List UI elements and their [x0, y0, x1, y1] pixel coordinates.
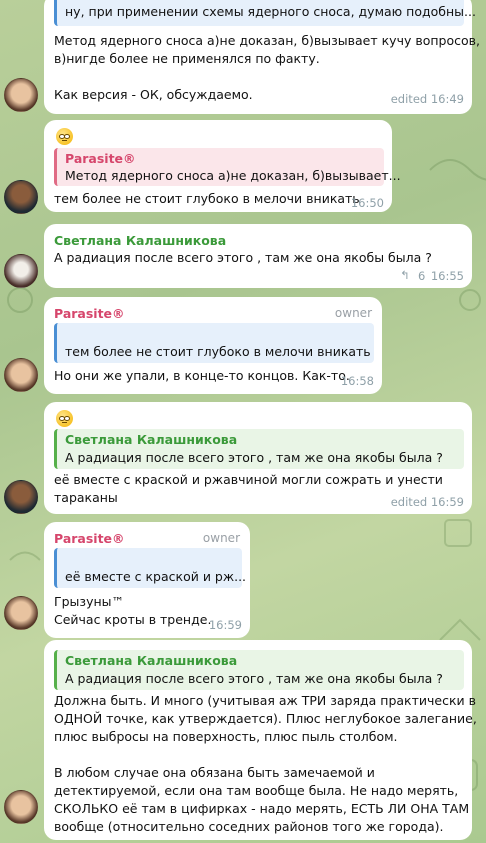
reply-quote[interactable]: ну, при применении схемы ядерного сноса,… [54, 0, 476, 26]
message-text-line: В любом случае она обязана быть замечаем… [54, 765, 375, 780]
avatar[interactable] [4, 180, 38, 214]
message-text-line: плюс выбросы на поверхность, плюс пыль с… [54, 729, 398, 744]
avatar[interactable] [4, 480, 38, 514]
owner-badge: owner [334, 306, 372, 320]
message-text-line: Сейчас кроты в тренде. [54, 612, 212, 627]
reply-quote-sender: Светлана Калашникова [65, 432, 238, 447]
message-time: 16:58 [340, 374, 374, 388]
emoji-icon [56, 128, 73, 145]
reply-quote-text: тем более не стоит глубоко в мелочи вник… [65, 344, 371, 359]
message-text-line: тараканы [54, 490, 118, 505]
message-text-line: СКОЛЬКО её там в цифирках - надо мерять,… [54, 801, 470, 816]
message-time: 16:50 [350, 196, 384, 210]
avatar[interactable] [4, 78, 38, 112]
reply-arrow-icon[interactable]: ↰ [400, 268, 410, 282]
message-sender[interactable]: Светлана Калашникова [54, 233, 226, 249]
message-text-line: Как версия - ОК, обсуждаемо. [54, 87, 253, 102]
message-bubble[interactable]: Parasite® owner тем более не стоит глубо… [44, 297, 382, 394]
message-text: А радиация после всего этого , там же он… [54, 250, 432, 265]
reply-count[interactable]: 6 [418, 269, 425, 283]
message-bubble[interactable]: Светлана Калашникова А радиация после вс… [44, 402, 472, 514]
message-text-line: её вместе с краской и ржавчиной могли со… [54, 472, 443, 487]
reply-quote-text: её вместе с краской и рж... [65, 569, 247, 584]
message-text-line: в)нигде более не применялся по факту. [54, 51, 320, 66]
message-bubble[interactable]: Parasite® Метод ядерного сноса а)не дока… [44, 120, 401, 212]
reply-quote[interactable]: Светлана Калашникова А радиация после вс… [54, 650, 464, 690]
reply-quote-sender: Parasite® [65, 151, 136, 166]
reply-quote[interactable]: тем более не стоит глубоко в мелочи вник… [54, 323, 374, 363]
message-sender[interactable]: Parasite® [54, 531, 125, 547]
avatar[interactable] [4, 596, 38, 630]
owner-badge: owner [202, 531, 240, 545]
reply-quote-text: ну, при применении схемы ядерного сноса,… [65, 4, 476, 19]
message-text-line: Должна быть. И много (учитывая аж ТРИ за… [54, 693, 476, 708]
message-text-line: вообще (относительно соседних районов то… [54, 819, 444, 834]
reply-quote-text: Метод ядерного сноса а)не доказан, б)выз… [65, 168, 401, 183]
emoji-icon [56, 410, 73, 427]
message-bubble[interactable]: Parasite® owner её вместе с краской и рж… [44, 522, 250, 638]
reply-quote[interactable]: её вместе с краской и рж... [54, 548, 246, 588]
message-text-line: детектируемой, если она там вообще была.… [54, 783, 459, 798]
reply-quote[interactable]: Светлана Калашникова А радиация после вс… [54, 429, 464, 469]
avatar[interactable] [4, 254, 38, 288]
message-bubble[interactable]: Светлана Калашникова А радиация после вс… [44, 224, 472, 288]
message-sender[interactable]: Parasite® [54, 306, 125, 322]
reply-quote[interactable]: Parasite® Метод ядерного сноса а)не дока… [54, 148, 401, 186]
avatar[interactable] [4, 790, 38, 824]
message-text-line: Метод ядерного сноса а)не доказан, б)выз… [54, 33, 480, 48]
message-bubble[interactable]: Светлана Калашникова А радиация после вс… [44, 640, 477, 840]
message-time: 16:55 [430, 269, 464, 283]
message-text-line: Грызуны™ [54, 594, 125, 609]
avatar[interactable] [4, 358, 38, 392]
message-time: 16:59 [208, 618, 242, 632]
message-bubble[interactable]: ну, при применении схемы ядерного сноса,… [44, 0, 480, 114]
message-text: тем более не стоит глубоко в мелочи вник… [54, 191, 360, 206]
message-text: Но они же упали, в конце-то концов. Как-… [54, 368, 350, 383]
reply-quote-text: А радиация после всего этого , там же он… [65, 450, 443, 465]
message-time: edited 16:59 [390, 495, 464, 509]
message-text-line: ОДНОЙ точке, как утверждается). Плюс нег… [54, 711, 477, 726]
reply-quote-sender: Светлана Калашникова [65, 653, 238, 668]
reply-quote-text: А радиация после всего этого , там же он… [65, 671, 443, 686]
message-time: edited 16:49 [390, 92, 464, 106]
